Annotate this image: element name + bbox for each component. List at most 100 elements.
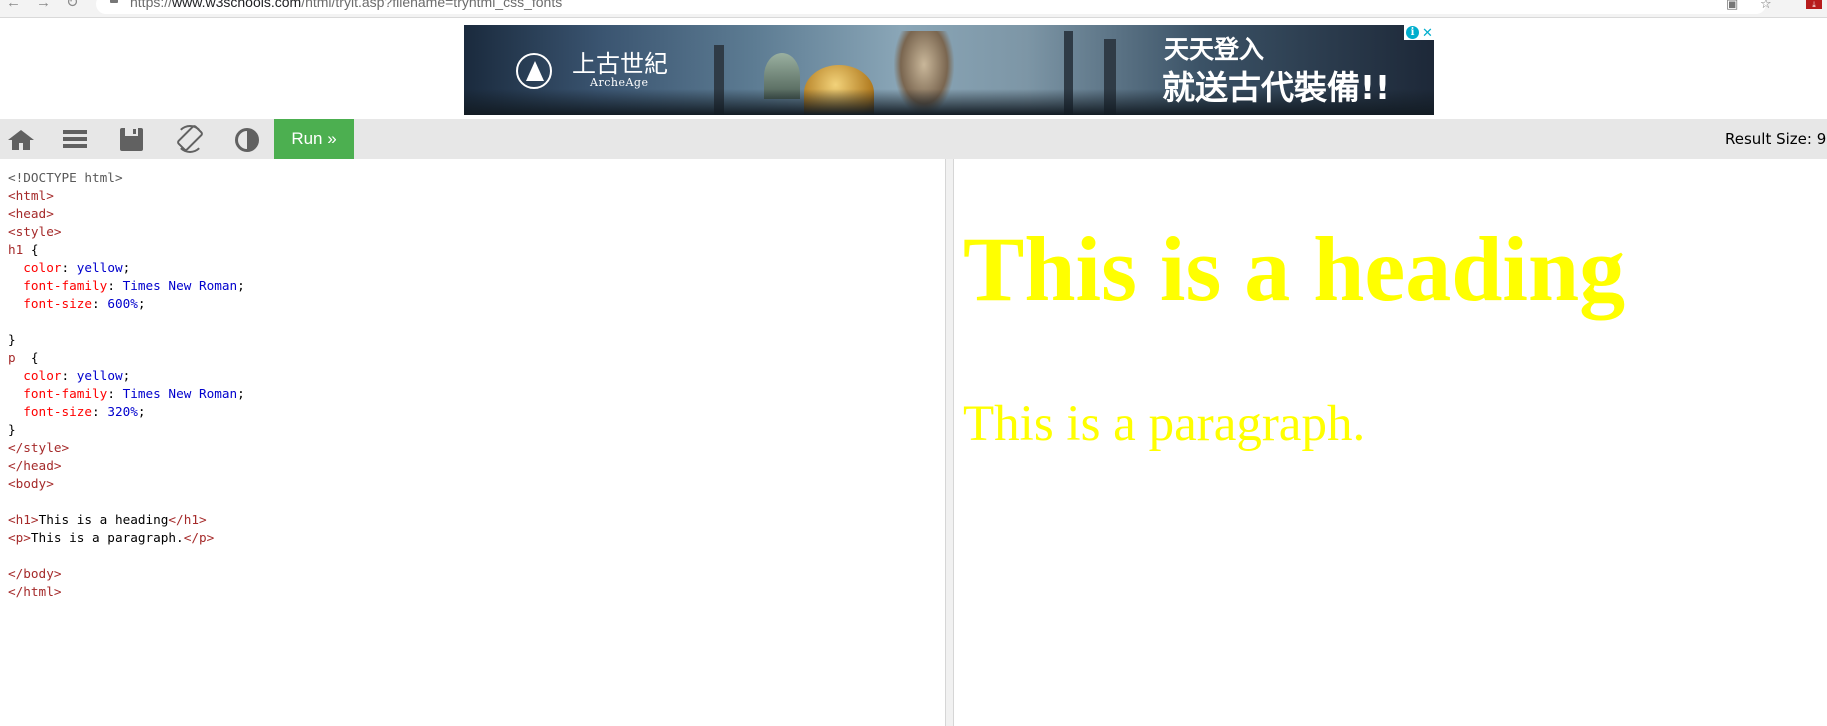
code-line: color: yellow; [8, 259, 245, 277]
code-value: Times New Roman [122, 386, 238, 401]
url-field[interactable]: https://www.w3schools.com/html/tryit.asp… [96, 0, 1766, 14]
code-text: : [107, 386, 123, 401]
code-value: yellow [76, 260, 123, 275]
code-selector: p [8, 350, 16, 365]
rotate-orientation-icon[interactable] [171, 119, 211, 159]
ad-headline-1: 天天登入 [1164, 35, 1265, 64]
code-property: font-size [23, 404, 93, 419]
menu-icon[interactable] [57, 119, 97, 159]
code-line: </head> [8, 457, 245, 475]
url-scheme: https:// [130, 0, 173, 10]
code-tag: <p> [8, 530, 31, 545]
code-line: color: yellow; [8, 367, 245, 385]
code-line: </html> [8, 583, 245, 601]
translate-icon[interactable]: ▣ [1726, 0, 1738, 11]
code-doctype: <!DOCTYPE html> [8, 170, 123, 185]
code-property: color [23, 260, 62, 275]
code-tag: <style> [8, 224, 62, 239]
code-selector: h1 [8, 242, 24, 257]
code-tag: <html> [8, 188, 54, 203]
code-text: } [8, 422, 16, 437]
code-line: <body> [8, 475, 245, 493]
pdf-extension-icon[interactable]: ⤓ [1806, 0, 1822, 9]
code-line: <p>This is a paragraph.</p> [8, 529, 245, 547]
code-property: font-family [23, 386, 108, 401]
ad-close-icon[interactable]: ✕ [1421, 25, 1434, 40]
code-line: h1 { [8, 241, 245, 259]
code-line: <style> [8, 223, 245, 241]
result-size-label: Result Size: 9 [1725, 130, 1827, 148]
ad-logo-subtitle: ArcheAge [590, 76, 649, 89]
code-tag: </h1> [168, 512, 207, 527]
code-text: ; [237, 278, 245, 293]
code-line: font-size: 600%; [8, 295, 245, 313]
reload-icon[interactable]: ↻ [66, 0, 79, 11]
code-line: </body> [8, 565, 245, 583]
result-heading: This is a heading [963, 218, 1626, 320]
url-path: /html/tryit.asp?filename=tryhtml_css_fon… [301, 0, 563, 10]
code-tag: </html> [8, 584, 62, 599]
code-line: <html> [8, 187, 245, 205]
code-value: Times New Roman [122, 278, 238, 293]
code-line: <h1>This is a heading</h1> [8, 511, 245, 529]
ad-choices: i ✕ [1404, 25, 1434, 40]
code-text: : [92, 404, 108, 419]
code-tag: <h1> [8, 512, 39, 527]
code-text: : [107, 278, 123, 293]
ad-info-icon[interactable]: i [1406, 26, 1419, 39]
result-paragraph: This is a paragraph. [963, 396, 1366, 452]
code-tag: <body> [8, 476, 54, 491]
ad-logo-name: 上古世紀 [572, 50, 668, 78]
code-text: ; [137, 404, 146, 419]
code-text: { [23, 242, 39, 257]
home-icon[interactable] [0, 119, 40, 159]
run-button[interactable]: Run » [274, 119, 354, 159]
code-tag: </style> [8, 440, 70, 455]
ad-headline-2: 就送古代裝備!! [1162, 68, 1391, 107]
ad-banner[interactable]: 上古世紀 ArcheAge 天天登入 就送古代裝備!! i ✕ [464, 25, 1434, 115]
code-tag: </p> [183, 530, 215, 545]
code-text: : [92, 296, 108, 311]
code-property: font-family [23, 278, 108, 293]
result-frame: This is a heading This is a paragraph. [954, 159, 1827, 726]
code-text: : [61, 368, 77, 383]
ad-area: 上古世紀 ArcheAge 天天登入 就送古代裝備!! i ✕ [0, 19, 1827, 119]
tryit-toolbar: Run » Result Size: 9 [0, 119, 1827, 159]
code-text: This is a paragraph. [30, 530, 184, 545]
code-text: : [61, 260, 77, 275]
code-editor[interactable]: <!DOCTYPE html> <html> <head> <style> h1 { c… [0, 159, 945, 726]
code-line: <!DOCTYPE html> [8, 169, 245, 187]
code-text: ; [122, 368, 131, 383]
save-icon[interactable] [114, 119, 154, 159]
code-line: } [8, 421, 245, 439]
arrow-right-icon[interactable]: → [36, 0, 51, 11]
lock-icon [110, 0, 118, 3]
code-text: } [8, 332, 16, 347]
archeage-logo-icon [516, 53, 552, 89]
star-icon[interactable]: ☆ [1760, 0, 1772, 11]
code-value: 320% [107, 404, 138, 419]
code-property: font-size [23, 296, 93, 311]
browser-address-bar: ← → ↻ https://www.w3schools.com/html/try… [0, 0, 1827, 18]
code-text: ; [122, 260, 131, 275]
code-tag: </body> [8, 566, 62, 581]
code-line: font-family: Times New Roman; [8, 385, 245, 403]
url-domain: www.w3schools.com [172, 0, 302, 10]
code-text: { [15, 350, 39, 365]
code-line: </style> [8, 439, 245, 457]
pane-resize-handle[interactable] [945, 159, 954, 726]
code-tag: <head> [8, 206, 54, 221]
code-content[interactable]: <!DOCTYPE html> <html> <head> <style> h1 { c… [8, 169, 245, 601]
arrow-left-icon[interactable]: ← [6, 0, 21, 11]
dark-mode-contrast-icon[interactable] [227, 119, 267, 159]
code-line: <head> [8, 205, 245, 223]
code-line: font-size: 320%; [8, 403, 245, 421]
code-tag: </head> [8, 458, 62, 473]
